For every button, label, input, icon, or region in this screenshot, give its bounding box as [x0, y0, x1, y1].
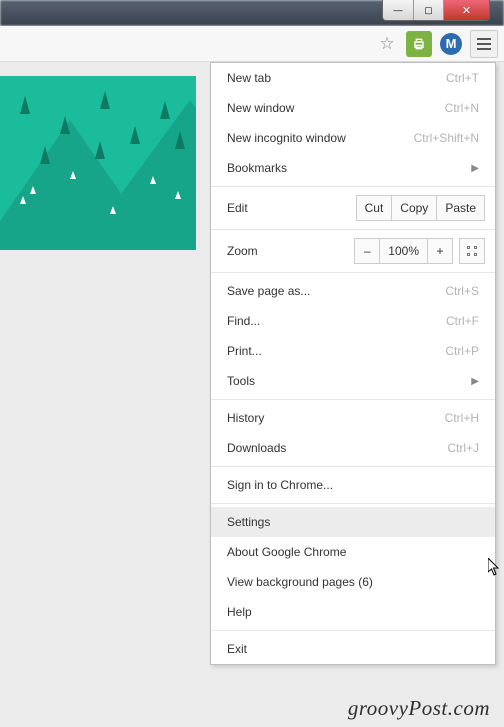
- menu-label: Edit: [227, 201, 248, 215]
- menu-shortcut: Ctrl+Shift+N: [414, 131, 479, 145]
- paste-button[interactable]: Paste: [437, 195, 485, 221]
- copy-button[interactable]: Copy: [392, 195, 437, 221]
- menu-label: Settings: [227, 515, 270, 529]
- menu-background-pages[interactable]: View background pages (6): [211, 567, 495, 597]
- star-icon[interactable]: ☆: [374, 31, 400, 57]
- menu-find[interactable]: Find... Ctrl+F: [211, 306, 495, 336]
- new-tab-thumbnail[interactable]: [0, 76, 196, 250]
- menu-separator: [211, 186, 495, 187]
- menu-exit[interactable]: Exit: [211, 634, 495, 664]
- menu-new-tab[interactable]: New tab Ctrl+T: [211, 63, 495, 93]
- menu-label: History: [227, 411, 264, 425]
- window-controls: — ▢ ✕: [382, 0, 490, 21]
- browser-toolbar: ☆ M: [0, 26, 504, 62]
- menu-separator: [211, 399, 495, 400]
- chrome-menu-button[interactable]: [470, 30, 498, 58]
- menu-label: New window: [227, 101, 294, 115]
- menu-label: New incognito window: [227, 131, 346, 145]
- menu-save-page-as[interactable]: Save page as... Ctrl+S: [211, 276, 495, 306]
- m-extension-icon[interactable]: M: [438, 31, 464, 57]
- close-button[interactable]: ✕: [443, 0, 489, 20]
- menu-separator: [211, 229, 495, 230]
- menu-label: Downloads: [227, 441, 286, 455]
- fullscreen-icon: [467, 246, 477, 256]
- menu-tools[interactable]: Tools ▶: [211, 366, 495, 396]
- menu-label: Exit: [227, 642, 247, 656]
- menu-label: Find...: [227, 314, 260, 328]
- zoom-in-button[interactable]: +: [427, 238, 453, 264]
- menu-history[interactable]: History Ctrl+H: [211, 403, 495, 433]
- menu-shortcut: Ctrl+S: [445, 284, 479, 298]
- menu-label: View background pages (6): [227, 575, 373, 589]
- menu-label: Zoom: [227, 244, 258, 258]
- menu-separator: [211, 272, 495, 273]
- menu-label: About Google Chrome: [227, 545, 346, 559]
- menu-shortcut: Ctrl+T: [446, 71, 479, 85]
- minimize-button[interactable]: —: [383, 0, 413, 20]
- menu-separator: [211, 503, 495, 504]
- menu-shortcut: Ctrl+F: [446, 314, 479, 328]
- printfriendly-extension-icon[interactable]: [406, 31, 432, 57]
- menu-about[interactable]: About Google Chrome: [211, 537, 495, 567]
- menu-label: Tools: [227, 374, 255, 388]
- menu-label: Sign in to Chrome...: [227, 478, 333, 492]
- menu-label: Help: [227, 605, 252, 619]
- menu-print[interactable]: Print... Ctrl+P: [211, 336, 495, 366]
- menu-separator: [211, 630, 495, 631]
- menu-bookmarks[interactable]: Bookmarks ▶: [211, 153, 495, 183]
- menu-label: New tab: [227, 71, 271, 85]
- zoom-value: 100%: [380, 238, 427, 264]
- menu-new-window[interactable]: New window Ctrl+N: [211, 93, 495, 123]
- menu-shortcut: Ctrl+H: [445, 411, 479, 425]
- zoom-out-button[interactable]: –: [354, 238, 380, 264]
- menu-label: Save page as...: [227, 284, 310, 298]
- menu-label: Print...: [227, 344, 262, 358]
- menu-settings[interactable]: Settings: [211, 507, 495, 537]
- menu-shortcut: Ctrl+N: [445, 101, 479, 115]
- fullscreen-button[interactable]: [459, 238, 485, 264]
- menu-new-incognito[interactable]: New incognito window Ctrl+Shift+N: [211, 123, 495, 153]
- menu-downloads[interactable]: Downloads Ctrl+J: [211, 433, 495, 463]
- menu-label: Bookmarks: [227, 161, 287, 175]
- menu-separator: [211, 466, 495, 467]
- menu-help[interactable]: Help: [211, 597, 495, 627]
- chevron-right-icon: ▶: [471, 163, 479, 174]
- cut-button[interactable]: Cut: [356, 195, 393, 221]
- menu-zoom-row: Zoom – 100% +: [211, 233, 495, 269]
- chevron-right-icon: ▶: [471, 376, 479, 387]
- maximize-button[interactable]: ▢: [413, 0, 443, 20]
- chrome-menu: New tab Ctrl+T New window Ctrl+N New inc…: [210, 62, 496, 665]
- watermark: groovyPost.com: [348, 696, 490, 721]
- menu-signin[interactable]: Sign in to Chrome...: [211, 470, 495, 500]
- menu-shortcut: Ctrl+P: [445, 344, 479, 358]
- menu-edit-row: Edit Cut Copy Paste: [211, 190, 495, 226]
- menu-shortcut: Ctrl+J: [447, 441, 479, 455]
